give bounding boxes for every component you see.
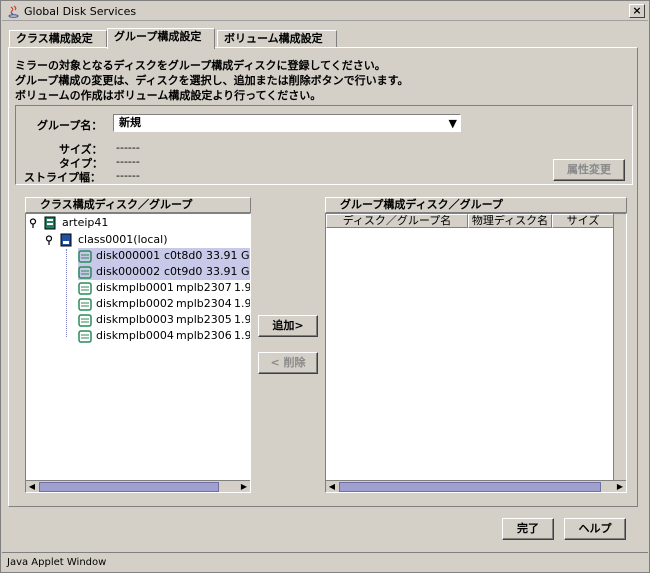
tab-class-config[interactable]: クラス構成設定 [9,30,107,48]
disk-size: 1.9 [234,297,251,310]
disk-icon [78,314,92,327]
title-bar: Global Disk Services × [2,2,648,21]
disk-device: c0t8d0 [164,249,203,262]
dropdown-arrow-icon[interactable]: ▼ [449,116,457,131]
type-value: ------ [116,155,140,168]
class-icon [60,233,72,247]
close-button[interactable]: × [629,4,645,18]
tree-disk-row[interactable]: diskmplb0003 mplb2305 1.9 [78,312,250,328]
change-attributes-button[interactable]: 属性変更 [553,159,625,181]
finish-button[interactable]: 完了 [502,518,554,540]
disk-icon [78,266,92,279]
disk-size: 33.91 GB [206,249,250,262]
scroll-right-icon[interactable]: ▶ [238,481,250,492]
left-horizontal-scrollbar[interactable]: ◀ ▶ [26,480,250,492]
instruction-line: ボリュームの作成はボリューム構成設定より行ってください。 [15,89,322,102]
disk-icon [78,330,92,343]
tab-label: ボリューム構成設定 [224,32,323,45]
tree-disk-row[interactable]: disk000001 c0t8d0 33.91 GB [78,248,250,264]
disk-device: mplb2306 [176,329,232,342]
remove-button[interactable]: < 削除 [258,352,318,374]
scroll-left-icon[interactable]: ◀ [26,481,38,492]
instruction-line: ミラーの対象となるディスクをグループ構成ディスクに登録してください。 [15,59,386,72]
column-header-physical-disk[interactable]: 物理ディスク名 [468,214,552,228]
tree-handle-icon[interactable] [28,218,38,228]
disk-name: disk000001 [96,249,161,262]
scroll-left-icon[interactable]: ◀ [326,481,338,492]
scroll-right-icon[interactable]: ▶ [614,481,626,492]
disk-size: 1.9 [234,329,251,342]
disk-name: diskmplb0002 [96,297,174,310]
group-disk-header: グループ構成ディスク／グループ [325,197,627,213]
instructions: ミラーの対象となるディスクをグループ構成ディスクに登録してください。 グループ構… [15,58,408,103]
stripe-width-value: ------ [116,169,140,182]
class-disk-header: クラス構成ディスク／グループ [25,197,251,213]
group-name-label: グループ名： [37,119,103,132]
tree-class-label: class0001(local) [78,233,168,246]
group-name-combo[interactable]: 新規 ▼ [113,114,461,132]
scroll-thumb[interactable] [39,482,219,492]
instruction-line: グループ構成の変更は、ディスクを選択し、追加または削除ボタンで行います。 [15,74,409,87]
disk-device: mplb2307 [176,281,232,294]
right-horizontal-scrollbar[interactable]: ◀ ▶ [326,480,626,492]
right-vertical-scrollbar[interactable] [613,214,626,480]
disk-icon [78,282,92,295]
stripe-width-label: ストライプ幅： [24,171,101,184]
tree-disk-row[interactable]: diskmplb0002 mplb2304 1.9 [78,296,250,312]
status-bar: Java Applet Window [2,552,648,572]
scroll-thumb[interactable] [339,482,601,492]
size-value: ------ [116,141,140,154]
disk-icon [78,298,92,311]
tab-label: クラス構成設定 [16,32,93,45]
tree-handle-icon[interactable] [44,235,54,245]
disk-size: 33.91 GB [206,265,250,278]
add-button[interactable]: 追加> [258,315,318,337]
tab-label: グループ構成設定 [114,30,202,43]
tree-disk-row[interactable]: disk000002 c0t9d0 33.91 GB [78,264,250,280]
window-title: Global Disk Services [24,5,137,18]
tree-disk-row[interactable]: diskmplb0004 mplb2306 1.9 [78,328,250,344]
tab-group-config[interactable]: グループ構成設定 [107,28,215,49]
column-header-size[interactable]: サイズ [552,214,614,228]
tab-volume-config[interactable]: ボリューム構成設定 [217,30,337,48]
class-disk-tree[interactable]: arteip41 class0001(local) disk000001 c0t… [25,213,251,493]
disk-device: mplb2305 [176,313,232,326]
group-name-value: 新規 [119,116,141,129]
disk-name: disk000002 [96,265,161,278]
disk-size: 1.9 [234,313,251,326]
disk-name: diskmplb0001 [96,281,174,294]
disk-device: c0t9d0 [164,265,203,278]
tree-root-label: arteip41 [62,216,109,229]
app-window: Global Disk Services × クラス構成設定 グループ構成設定 … [0,0,650,573]
disk-device: mplb2304 [176,297,232,310]
tree-guide-line [66,249,67,337]
server-icon [44,216,56,230]
group-disk-table[interactable]: ディスク／グループ名 物理ディスク名 サイズ ◀ ▶ [325,213,627,493]
disk-icon [78,250,92,263]
column-header-name[interactable]: ディスク／グループ名 [326,214,468,228]
disk-size: 1.9 [234,281,251,294]
java-icon [8,5,19,18]
help-button[interactable]: ヘルプ [564,518,626,540]
close-icon: × [632,4,642,17]
disk-name: diskmplb0003 [96,313,174,326]
disk-name: diskmplb0004 [96,329,174,342]
tree-disk-row[interactable]: diskmplb0001 mplb2307 1.9 [78,280,250,296]
